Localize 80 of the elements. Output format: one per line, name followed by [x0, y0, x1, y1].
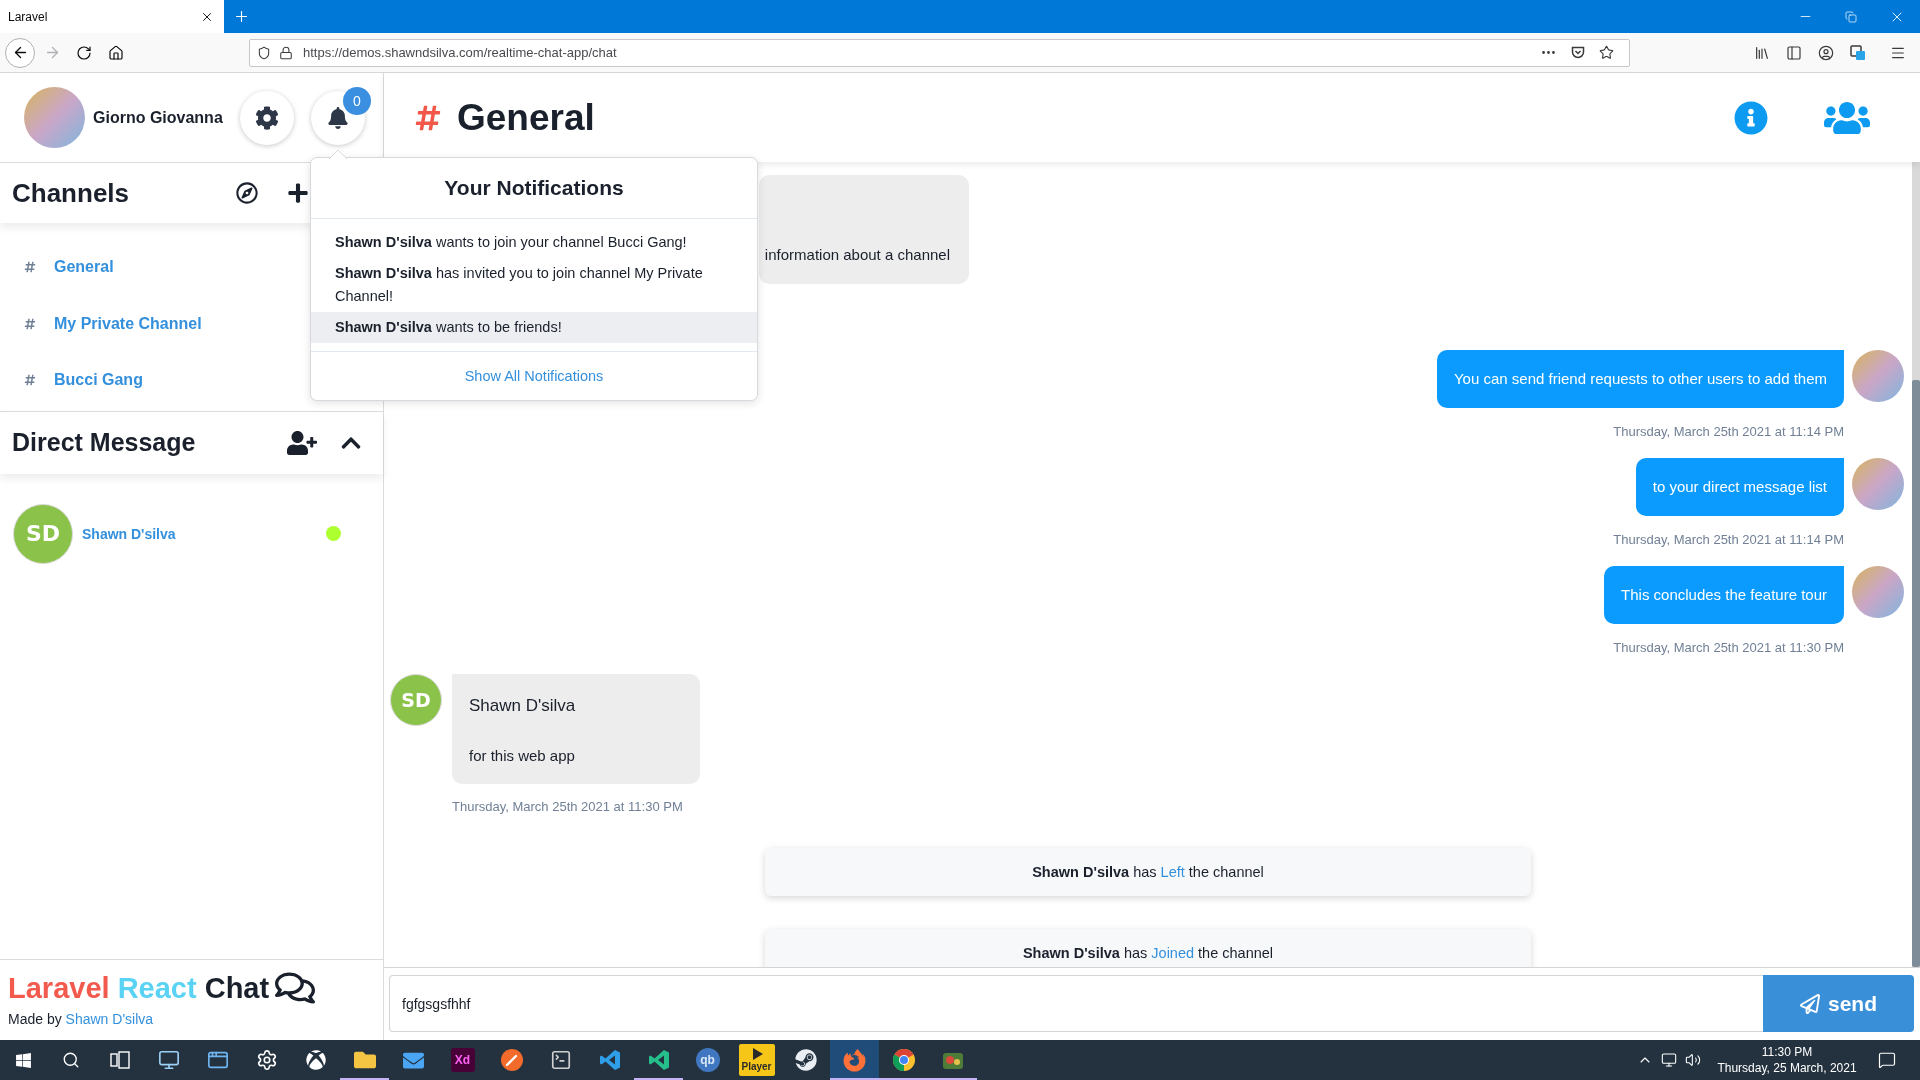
xbox-icon[interactable] [305, 1050, 326, 1070]
avatar-placeholder [1852, 566, 1904, 618]
settings-icon[interactable] [255, 105, 279, 130]
task-view-icon[interactable] [109, 1051, 130, 1069]
notification-icon[interactable] [1878, 1051, 1896, 1069]
compass-icon[interactable] [235, 182, 258, 204]
avatar-placeholder [1852, 350, 1904, 402]
section-title: Channels [12, 177, 130, 209]
settings-button[interactable] [240, 90, 294, 145]
monitor-icon[interactable] [1661, 1052, 1677, 1068]
windows-start-icon[interactable] [14, 1051, 32, 1069]
reload-icon[interactable] [76, 44, 92, 61]
bell-icon[interactable] [327, 106, 349, 129]
app-tile[interactable]: qb [695, 1048, 720, 1072]
section-title: Direct Message [12, 428, 196, 457]
play-icon [750, 1048, 763, 1060]
pen-circle-icon[interactable] [500, 1049, 523, 1071]
message-bubble: You can send friend requests to other users to add them [1437, 350, 1844, 408]
steam-icon[interactable] [794, 1049, 817, 1071]
volume-icon[interactable] [1685, 1052, 1701, 1068]
home-icon[interactable] [108, 44, 124, 61]
save-icon[interactable] [1570, 45, 1585, 60]
taskbar-button[interactable] [830, 1040, 879, 1080]
channel-title: General [457, 96, 595, 139]
monitor-icon[interactable] [157, 1049, 180, 1071]
terminal-icon[interactable] [549, 1049, 572, 1071]
message-bubble: to your direct message list [1635, 458, 1844, 516]
event-text: Shawn D'silva has Left the channel [1032, 864, 1264, 880]
app-tile[interactable]: Xd [450, 1048, 475, 1072]
info-icon[interactable] [1734, 100, 1768, 135]
scrollbar-thumb[interactable] [1912, 380, 1920, 967]
author-link[interactable]: Shawn D'silva [65, 1011, 154, 1027]
hashtag-icon [24, 261, 36, 274]
message-input[interactable]: fgfgsgsfhhf [389, 975, 1763, 1032]
app-title: Laravel React Chat [8, 971, 270, 1005]
back-button[interactable] [5, 37, 35, 68]
notification-item[interactable]: Shawn D'silva has invited you to join channel My Private Channel! [311, 258, 757, 312]
library-icon[interactable] [1754, 44, 1770, 61]
account-icon[interactable] [1818, 44, 1834, 61]
address-bar[interactable]: https://demos.shawndsilva.com/realtime-chat-app/chat [249, 38, 1630, 67]
sender-name: Shawn D'silva [469, 695, 576, 717]
lock-icon[interactable] [278, 45, 293, 60]
extension-icon[interactable] [1850, 44, 1866, 61]
code-editor-icon[interactable] [647, 1049, 670, 1071]
plus-icon[interactable] [286, 182, 309, 204]
app-tile[interactable]: Player [738, 1044, 775, 1076]
initials-avatar: SD [390, 674, 442, 726]
notification-item[interactable]: Shawn D'silva wants to join your channel Bucci Gang! [311, 227, 757, 258]
clock-time[interactable]: 11:30 PM [1761, 1044, 1813, 1060]
sidebar-icon[interactable] [1786, 44, 1802, 61]
hashtag-icon [24, 374, 36, 387]
browser-tab[interactable]: Laravel [0, 0, 224, 33]
clock-date[interactable]: Thursday, 25 March, 2021 [1717, 1060, 1857, 1076]
event-text: Shawn D'silva has Joined the channel [1022, 945, 1274, 961]
settings-icon[interactable] [255, 1049, 278, 1071]
shield-icon[interactable] [257, 45, 271, 60]
avatar-placeholder [1852, 458, 1904, 510]
message-time: Thursday, March 25th 2021 at 11:14 PM [1613, 424, 1844, 440]
hashtag-icon [24, 317, 36, 330]
initials-avatar: SD [13, 503, 73, 564]
search-icon[interactable] [61, 1051, 80, 1069]
user-name: Giorno Giovanna [93, 108, 223, 127]
message-bubble: This concludes the feature tour [1604, 566, 1844, 624]
message-text: for this web app [469, 746, 575, 766]
message-time: Thursday, March 25th 2021 at 11:14 PM [1613, 532, 1844, 548]
notifications-title: Your Notifications [311, 158, 757, 219]
hashtag-icon [414, 103, 442, 132]
credit-text: Made by Shawn D'silva [8, 1011, 154, 1027]
notification-item[interactable]: Shawn D'silva wants to be friends! [311, 312, 757, 343]
chrome-icon[interactable] [892, 1049, 915, 1071]
paper-plane-icon [1800, 993, 1820, 1014]
message-time: Thursday, March 25th 2021 at 11:30 PM [1613, 640, 1844, 656]
firefox-icon[interactable] [843, 1048, 866, 1072]
message-bubble: information about a channel [758, 175, 969, 284]
notification-count-badge: 0 [343, 86, 371, 115]
folder-icon[interactable] [353, 1049, 376, 1071]
app-window-icon[interactable] [206, 1049, 229, 1071]
code-editor-icon[interactable] [598, 1049, 621, 1071]
star-icon[interactable] [1599, 45, 1614, 60]
message-time: Thursday, March 25th 2021 at 11:30 PM [452, 799, 683, 815]
